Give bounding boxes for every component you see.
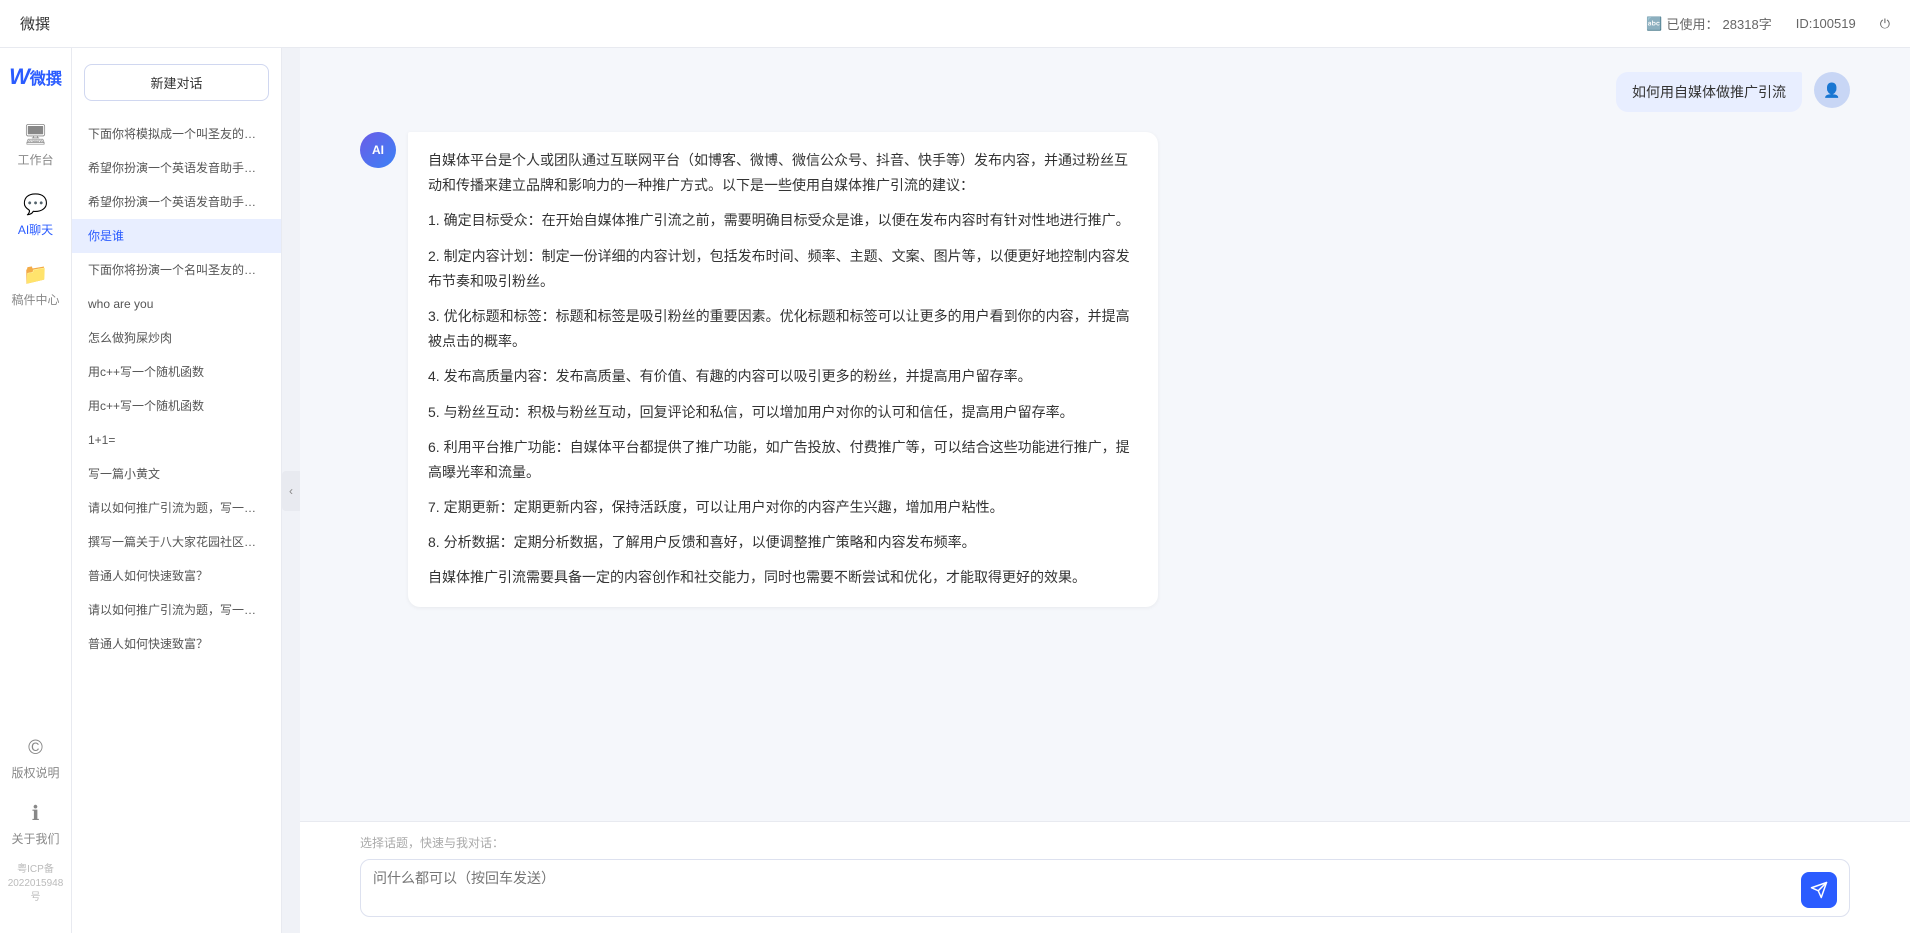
topbar-id: ID:100519 [1796, 16, 1856, 31]
nav-item-drafts[interactable]: 📁 稿件中心 [0, 254, 71, 316]
nav-label-copyright: 版权说明 [11, 764, 59, 781]
topbar-title: 微撰 [20, 13, 1646, 34]
history-item[interactable]: 请以如何推广引流为题，写一篇大纲 [72, 491, 281, 525]
usage-value: 28318字 [1723, 14, 1772, 33]
collapse-toggle[interactable]: ‹ [282, 471, 300, 511]
usage-label: 已使用： [1667, 14, 1719, 33]
ai-avatar: AI [360, 132, 396, 168]
ai-response-paragraph: 7. 定期更新：定期更新内容，保持活跃度，可以让用户对你的内容产生兴趣，增加用户… [428, 495, 1138, 520]
history-item[interactable]: 撰写一篇关于八大家花园社区一刻钟便民生... [72, 525, 281, 559]
left-nav: W 微撰 🖥 工作台 💬 AI聊天 📁 稿件中心 © 版权说明 ℹ [0, 48, 72, 933]
ai-response-paragraph: 3. 优化标题和标签：标题和标签是吸引粉丝的重要因素。优化标题和标签可以让更多的… [428, 304, 1138, 354]
history-item[interactable]: 下面你将扮演一个名叫圣友的医生 [72, 253, 281, 287]
send-button[interactable] [1801, 872, 1837, 908]
user-avatar: 👤 [1814, 72, 1850, 108]
history-item[interactable]: who are you [72, 287, 281, 321]
history-item[interactable]: 写一篇小黄文 [72, 457, 281, 491]
chat-input-area: 选择话题，快速与我对话： [300, 821, 1910, 933]
history-item[interactable]: 请以如何推广引流为题，写一篇大纲 [72, 593, 281, 627]
about-icon: ℹ [32, 801, 40, 826]
history-item[interactable]: 普通人如何快速致富？ [72, 559, 281, 593]
nav-label-ai-chat: AI聊天 [18, 221, 53, 238]
copyright-icon: © [28, 737, 43, 760]
ai-response-paragraph: 6. 利用平台推广功能：自媒体平台都提供了推广功能，如广告投放、付费推广等，可以… [428, 435, 1138, 485]
new-chat-button[interactable]: 新建对话 [84, 64, 269, 101]
ai-response-paragraph: 1. 确定目标受众：在开始自媒体推广引流之前，需要明确目标受众是谁，以便在发布内… [428, 208, 1138, 233]
nav-label-about: 关于我们 [11, 830, 59, 847]
history-list: 下面你将模拟成一个叫圣友的程序员、我说...希望你扮演一个英语发音助手，我提供给… [72, 113, 281, 933]
logo-w: W [9, 64, 30, 90]
usage-icon: 🔤 [1646, 16, 1662, 32]
history-item[interactable]: 用c++写一个随机函数 [72, 389, 281, 423]
user-bubble: 如何用自媒体做推广引流 [1616, 72, 1802, 112]
ai-response-paragraph: 自媒体推广引流需要具备一定的内容创作和社交能力，同时也需要不断尝试和优化，才能取… [428, 565, 1138, 590]
history-item[interactable]: 用c++写一个随机函数 [72, 355, 281, 389]
ai-response-paragraph: 5. 与粉丝互动：积极与粉丝互动，回复评论和私信，可以增加用户对你的认可和信任，… [428, 400, 1138, 425]
nav-item-copyright[interactable]: © 版权说明 [0, 729, 71, 789]
ai-response-paragraph: 2. 制定内容计划：制定一份详细的内容计划，包括发布时间、频率、主题、文案、图片… [428, 244, 1138, 294]
topbar-usage: 🔤 已使用： 28318字 [1646, 14, 1771, 33]
ai-chat-icon: 💬 [23, 192, 48, 217]
nav-label-workbench: 工作台 [17, 151, 53, 168]
message-input[interactable] [373, 868, 1793, 908]
send-icon [1810, 881, 1828, 899]
input-box [360, 859, 1850, 917]
topbar-right: 🔤 已使用： 28318字 ID:100519 ⏻ [1646, 14, 1890, 33]
quick-topics-label: 选择话题，快速与我对话： [360, 834, 1850, 851]
ai-response-paragraph: 自媒体平台是个人或团队通过互联网平台（如博客、微博、微信公众号、抖音、快手等）发… [428, 148, 1138, 198]
history-item[interactable]: 你是谁 [72, 219, 281, 253]
nav-item-workbench[interactable]: 🖥 工作台 [0, 114, 71, 176]
chat-messages: 👤 如何用自媒体做推广引流 AI 自媒体平台是个人或团队通过互联网平台（如博客、… [300, 48, 1910, 821]
chat-sidebar: 新建对话 下面你将模拟成一个叫圣友的程序员、我说...希望你扮演一个英语发音助手… [72, 48, 282, 933]
main-layout: W 微撰 🖥 工作台 💬 AI聊天 📁 稿件中心 © 版权说明 ℹ [0, 48, 1910, 933]
logo-area: W 微撰 [9, 64, 62, 90]
user-message: 👤 如何用自媒体做推广引流 [360, 72, 1850, 112]
workbench-icon: 🖥 [23, 122, 48, 147]
ai-bubble: 自媒体平台是个人或团队通过互联网平台（如博客、微博、微信公众号、抖音、快手等）发… [408, 132, 1158, 607]
nav-item-ai-chat[interactable]: 💬 AI聊天 [0, 184, 71, 246]
ai-response-paragraph: 4. 发布高质量内容：发布高质量、有价值、有趣的内容可以吸引更多的粉丝，并提高用… [428, 364, 1138, 389]
history-item[interactable]: 普通人如何快速致富？ [72, 627, 281, 661]
history-item[interactable]: 希望你扮演一个英语发音助手，我提供给你... [72, 185, 281, 219]
icp-text: 粤ICP备2022015948号 [0, 859, 71, 909]
nav-item-about[interactable]: ℹ 关于我们 [0, 793, 71, 855]
topbar: 微撰 🔤 已使用： 28318字 ID:100519 ⏻ [0, 0, 1910, 48]
history-item[interactable]: 怎么做狗屎炒肉 [72, 321, 281, 355]
ai-message: AI 自媒体平台是个人或团队通过互联网平台（如博客、微博、微信公众号、抖音、快手… [360, 132, 1850, 607]
history-item[interactable]: 1+1= [72, 423, 281, 457]
logout-icon[interactable]: ⏻ [1880, 16, 1890, 32]
nav-label-drafts: 稿件中心 [11, 291, 59, 308]
nav-bottom: © 版权说明 ℹ 关于我们 粤ICP备2022015948号 [0, 729, 71, 917]
ai-response-paragraph: 8. 分析数据：定期分析数据，了解用户反馈和喜好，以便调整推广策略和内容发布频率… [428, 530, 1138, 555]
nav-items: 🖥 工作台 💬 AI聊天 📁 稿件中心 [0, 114, 71, 729]
history-item[interactable]: 希望你扮演一个英语发音助手，我提供给你... [72, 151, 281, 185]
chat-main: 👤 如何用自媒体做推广引流 AI 自媒体平台是个人或团队通过互联网平台（如博客、… [300, 48, 1910, 933]
history-item[interactable]: 下面你将模拟成一个叫圣友的程序员、我说... [72, 117, 281, 151]
drafts-icon: 📁 [23, 262, 48, 287]
logo-text: 微撰 [30, 65, 62, 89]
